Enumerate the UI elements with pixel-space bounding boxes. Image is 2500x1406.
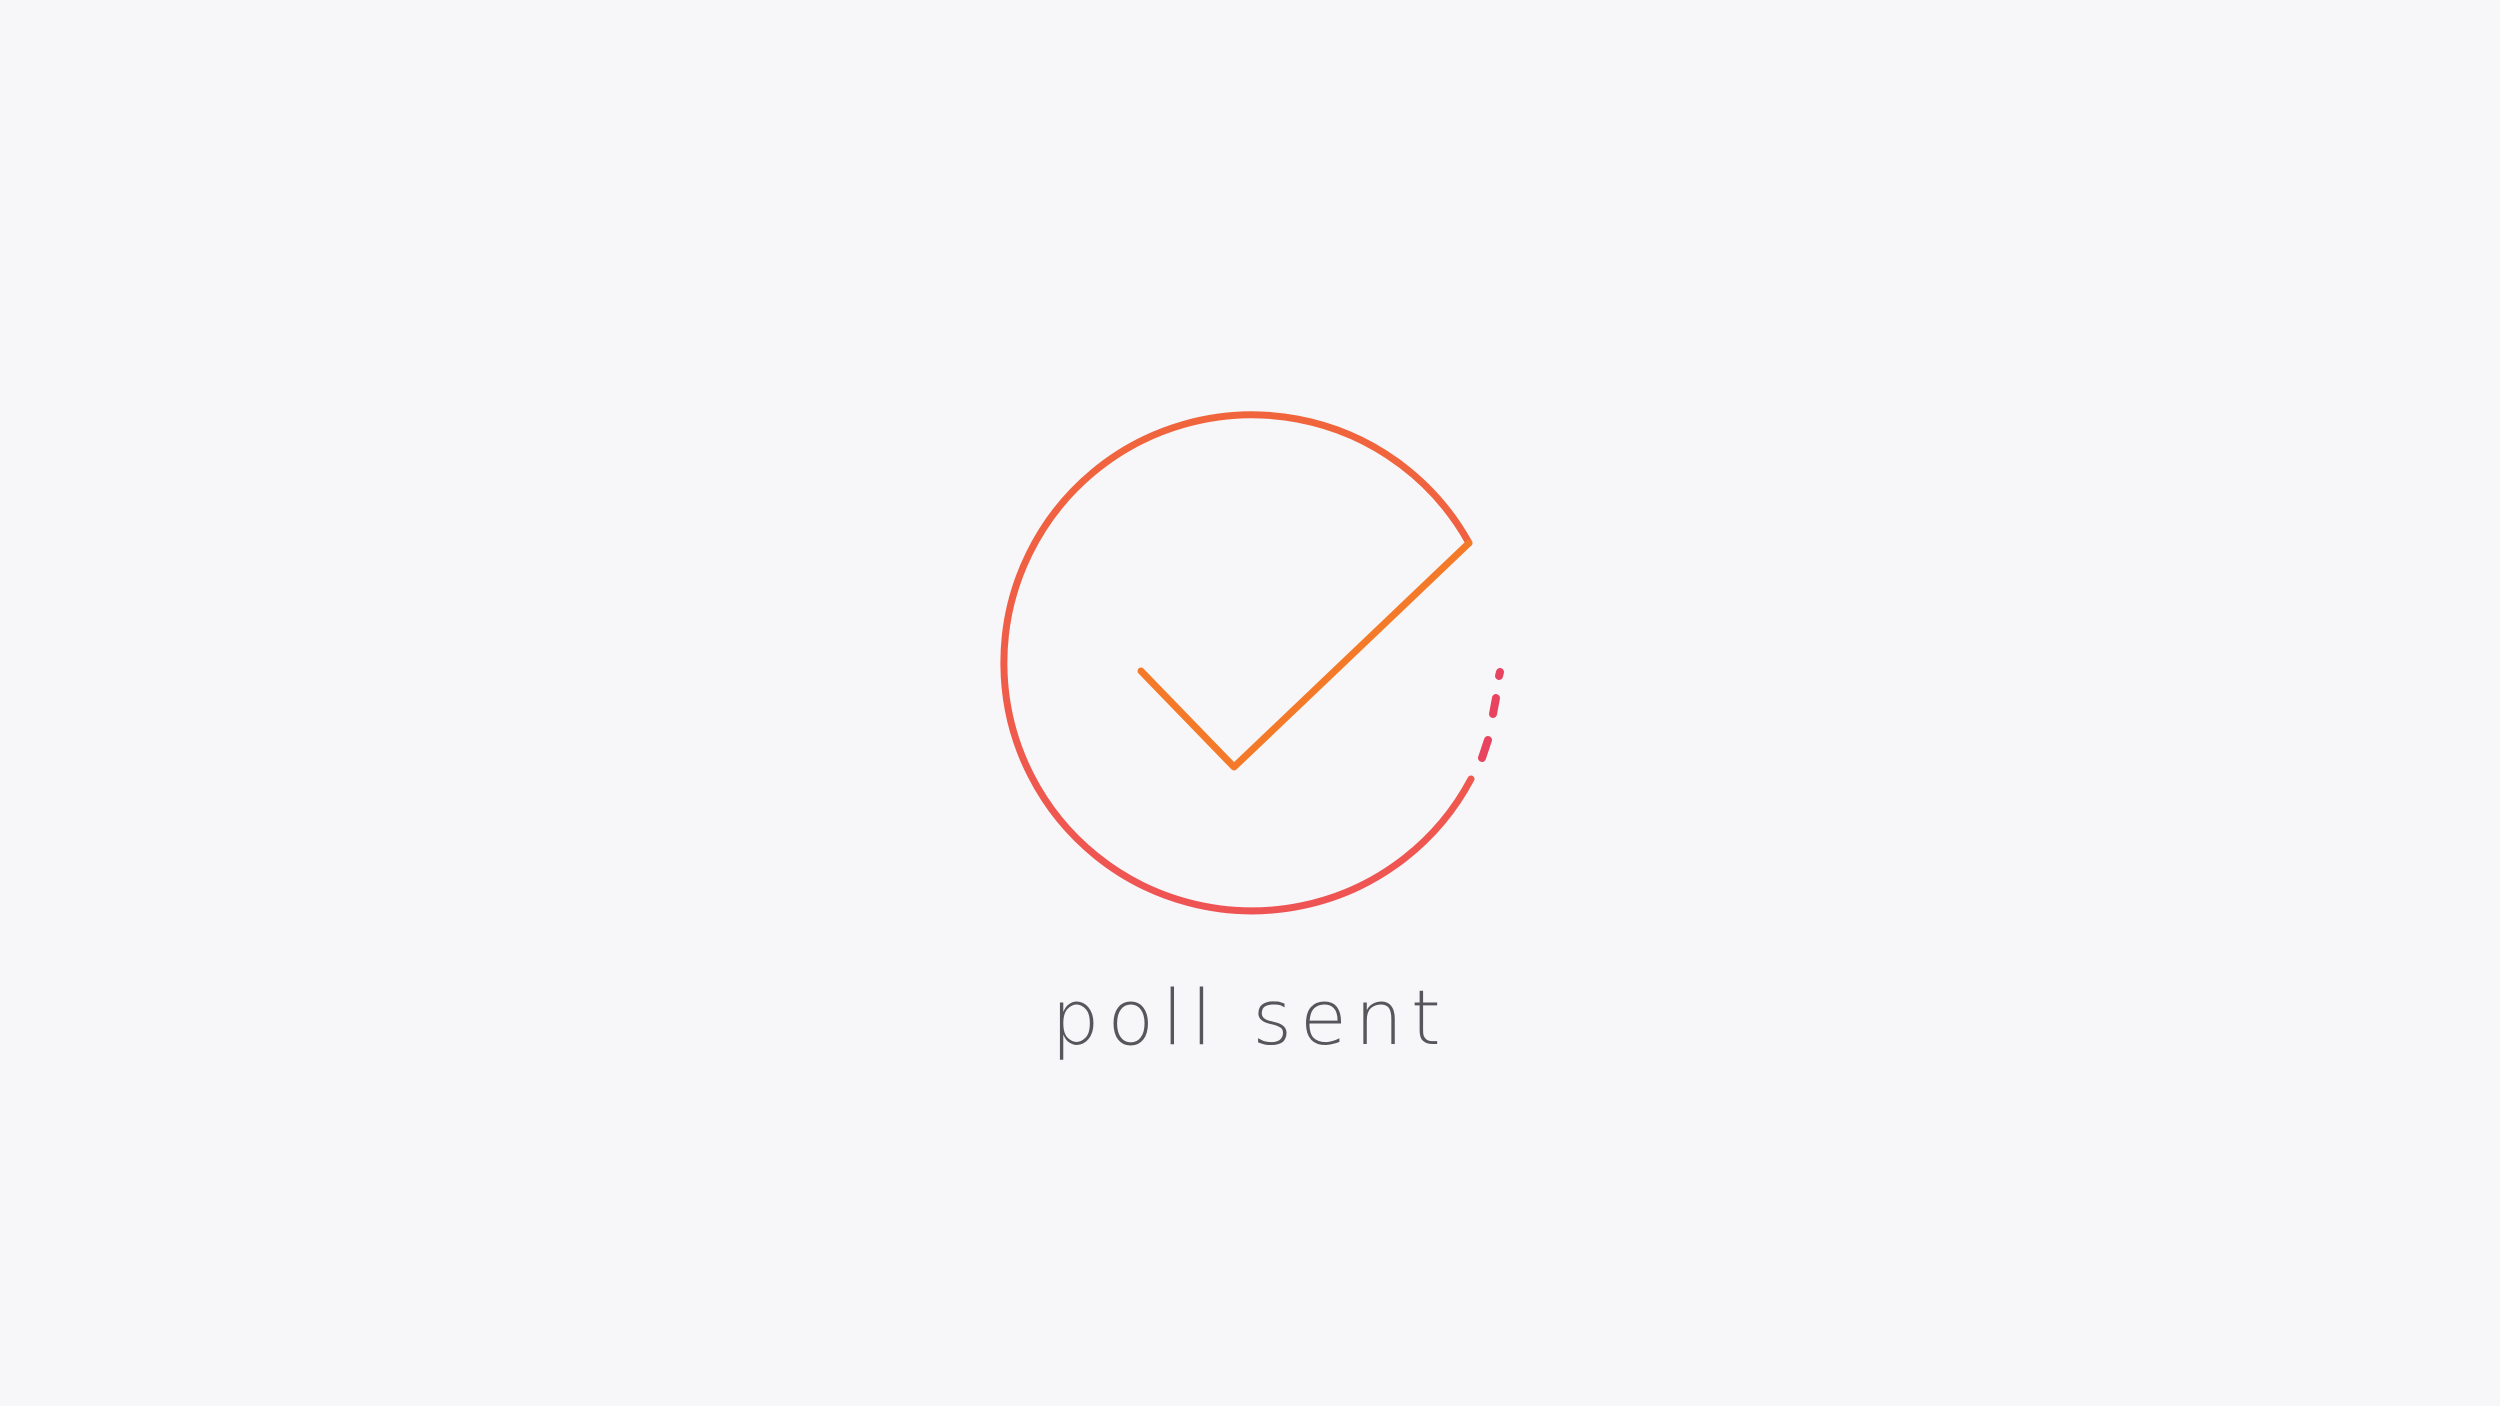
success-screen: { "status": { "message": "poll sent", "i…	[0, 0, 2500, 1406]
status-message: poll sent	[1051, 973, 1449, 1062]
check-mark	[1137, 539, 1473, 771]
progress-ring	[1000, 411, 1475, 915]
checkmark-circle-icon	[1000, 411, 1504, 915]
ring-dash-trail	[1478, 668, 1504, 762]
